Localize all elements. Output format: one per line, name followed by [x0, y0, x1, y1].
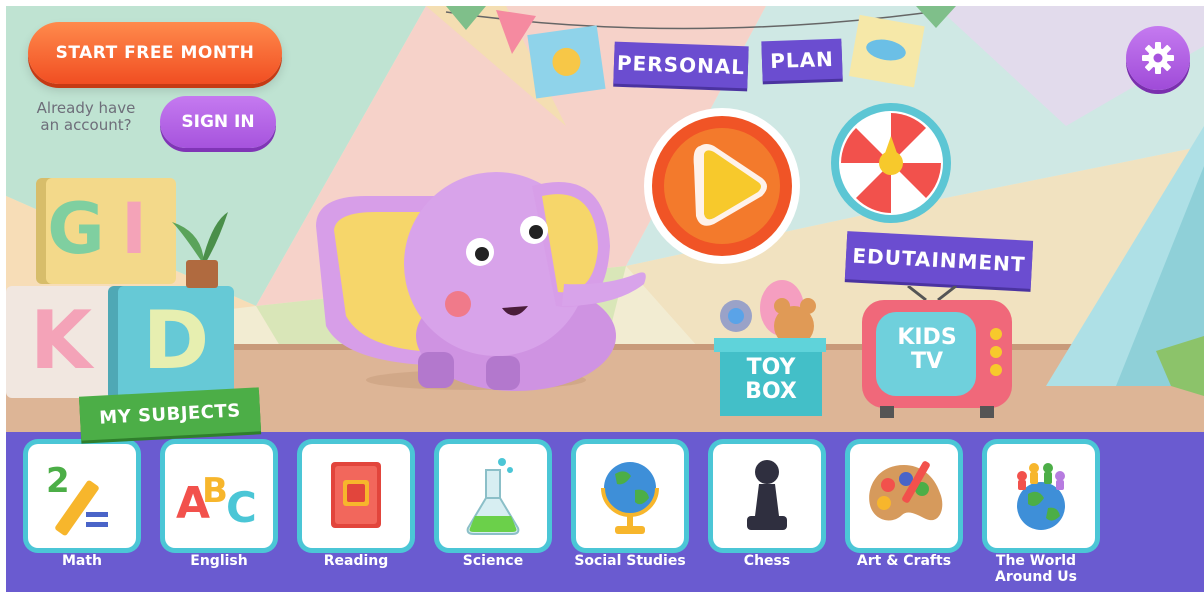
palette-icon: [869, 461, 943, 521]
toy-box-label: TOY BOX: [745, 355, 797, 404]
block-letter: D: [142, 294, 210, 387]
elephant-mascot: [316, 172, 646, 391]
play-icon: [644, 108, 800, 264]
app-screen: G I K D START FREE MONTH Already have an…: [0, 0, 1204, 592]
play-button[interactable]: [642, 106, 802, 266]
playroom-scene: G I K D START FREE MONTH Already have an…: [6, 6, 1204, 432]
block-d: D: [118, 286, 234, 400]
subject-tile-world-around-us[interactable]: [987, 444, 1095, 548]
potted-plant: [172, 212, 228, 288]
chess-pawn-icon: [747, 460, 787, 530]
subject-tile-english[interactable]: A B C: [165, 444, 273, 548]
kids-tv-label: KIDS TV: [897, 325, 957, 374]
settings-button[interactable]: [1126, 26, 1190, 90]
subject-tile-science[interactable]: [439, 444, 547, 548]
subject-label-art-crafts: Art & Crafts: [856, 553, 952, 569]
subject-label-english: English: [190, 553, 248, 569]
block-letter: G: [47, 188, 105, 270]
subject-tile-chess[interactable]: [713, 444, 821, 548]
book-icon: [331, 462, 381, 528]
account-prompt: Already have an account?: [36, 99, 136, 134]
math-icon: 2: [46, 461, 108, 536]
subject-label-science: Science: [462, 553, 524, 569]
prize-wheel-icon: [831, 103, 951, 223]
edutainment-sign[interactable]: EDUTAINMENT: [844, 231, 1034, 289]
banner-personal: PERSONAL: [613, 41, 749, 89]
subject-tile-social-studies[interactable]: [576, 444, 684, 548]
block-g: G I: [46, 178, 176, 284]
toy-box-button[interactable]: TOY BOX: [702, 268, 830, 418]
start-free-month-button[interactable]: START FREE MONTH: [28, 22, 282, 84]
kids-tv-button[interactable]: KIDS TV: [856, 286, 1016, 420]
banner-plan: PLAN: [761, 38, 843, 82]
globe-icon: [601, 462, 659, 534]
subject-label-chess: Chess: [743, 553, 791, 569]
subject-label-reading: Reading: [323, 553, 389, 569]
block-letter: K: [30, 294, 92, 387]
sign-in-button[interactable]: SIGN IN: [160, 96, 276, 148]
world-icon: [1017, 463, 1065, 530]
subject-label-math: Math: [61, 553, 103, 569]
svg-text:C: C: [226, 483, 257, 532]
subject-tile-math[interactable]: 2: [28, 444, 136, 548]
subject-label-world-around-us: The World Around Us: [995, 553, 1077, 585]
svg-text:B: B: [202, 471, 228, 511]
gear-icon: [1142, 42, 1174, 74]
subject-tile-art-crafts[interactable]: [850, 444, 958, 548]
svg-text:2: 2: [46, 461, 70, 501]
subject-label-social-studies: Social Studies: [574, 553, 686, 569]
abc-icon: A B C: [176, 471, 257, 532]
flask-icon: [466, 458, 520, 535]
subjects-dock: 2 Math A B C English Reading Science Soc…: [6, 432, 1204, 592]
prize-wheel-button[interactable]: [830, 102, 952, 224]
block-k: K: [6, 286, 114, 398]
block-letter: I: [120, 188, 148, 270]
my-subjects-label: MY SUBJECTS: [78, 387, 262, 441]
subject-tile-reading[interactable]: [302, 444, 410, 548]
